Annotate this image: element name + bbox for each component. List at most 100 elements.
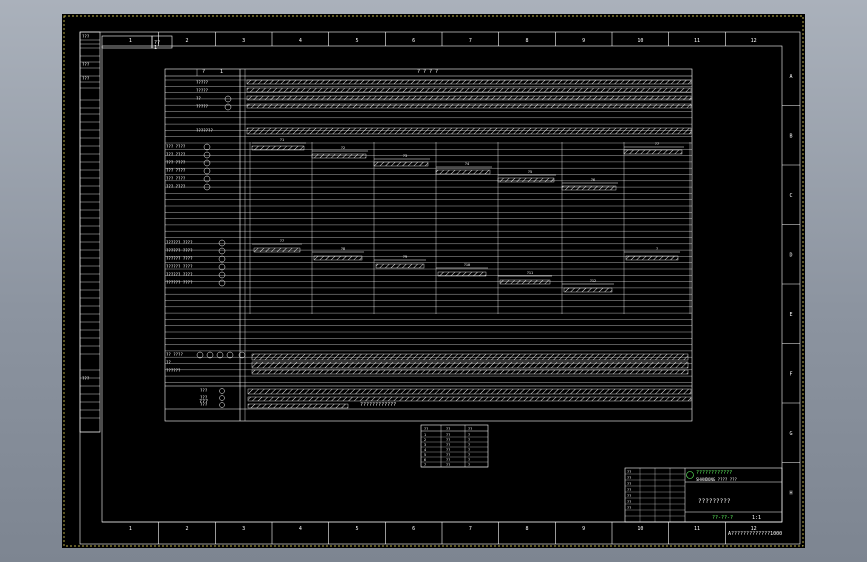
col-number-top: 6	[412, 38, 415, 44]
small-table-cell: 7	[424, 463, 426, 467]
col-number-top: 4	[299, 38, 302, 44]
col-number-top: 1	[129, 38, 132, 44]
col-number-top: 8	[525, 38, 528, 44]
row-letter: D	[789, 252, 792, 258]
footer-side-label: ???	[199, 399, 209, 405]
small-table-cell: ?	[468, 443, 470, 447]
cylinder-row-symbol	[203, 159, 211, 167]
bottom-row-label: ??	[166, 360, 171, 365]
col-number-bottom: 7	[469, 526, 472, 532]
footer-row-label: ???	[200, 388, 208, 393]
valve-time-label: ?11	[527, 271, 533, 275]
valve-row-symbol	[218, 255, 226, 263]
small-table-header: ??	[446, 427, 450, 431]
strip-label: ???	[82, 376, 90, 381]
valve-row-label: ?????? ????	[166, 256, 193, 261]
bottom-hatch-bar	[251, 369, 689, 375]
valve-row-label: ?????? ????	[166, 248, 193, 253]
cylinder-row-label: ??? ????	[166, 160, 186, 165]
cylinder-row-symbol	[203, 151, 211, 159]
top-row-label: ???????	[196, 128, 213, 133]
left-revision-strip: ????????????	[79, 31, 173, 433]
footer-hatch-bar	[247, 388, 692, 395]
col-number-bottom: 10	[637, 526, 643, 532]
full-hatch-bar	[246, 127, 692, 135]
small-table-cell: 3	[424, 443, 426, 447]
small-parameter-table: ???? ??1?? ?2?? ?3?? ?4?? ?5?? ?6?? ?7???	[420, 424, 489, 468]
bottom-hatch-bar	[251, 361, 689, 369]
row-letter: G	[789, 431, 792, 437]
valve-step-bar	[625, 255, 679, 261]
row-letter: F	[789, 371, 792, 377]
cylinder-step-bar	[373, 161, 429, 167]
top-row-label: ?????	[196, 88, 209, 93]
row-letter: A	[789, 74, 792, 80]
cylinder-step-bar	[623, 149, 683, 155]
col-number-top: 12	[751, 38, 757, 44]
top-left-box-line2: 1	[154, 45, 158, 51]
small-table-cell: 5	[424, 453, 426, 457]
drawing-canvas[interactable]: 112233445566778899101011111212ABCDEFGH ?…	[62, 14, 805, 548]
valve-step-bar	[437, 271, 487, 277]
cylinder-step-bar	[435, 169, 491, 175]
small-table-cell: ?	[468, 453, 470, 457]
valve-row-symbol	[218, 271, 226, 279]
strip-label: ???	[82, 34, 90, 39]
strip-box	[79, 31, 101, 433]
small-table-cell: ?	[468, 463, 470, 467]
chart-header-main: ? ? ? ?	[417, 69, 439, 75]
valve-time-label: ?10	[464, 263, 470, 267]
small-table-cell: ??	[446, 463, 450, 467]
small-table-cell: ?	[468, 433, 470, 437]
col-number-bottom: 3	[242, 526, 245, 532]
footer-row-symbol	[219, 395, 225, 401]
cylinder-row-label: ??? ????	[166, 152, 186, 157]
small-table-cell: 6	[424, 458, 426, 462]
small-table-header: ??	[424, 427, 428, 431]
full-hatch-bar	[246, 95, 692, 101]
cylinder-step-bar	[497, 177, 555, 183]
small-table-cell: ?	[468, 438, 470, 442]
col-number-top: 2	[185, 38, 188, 44]
valve-step-bar	[375, 263, 425, 269]
valve-row-symbol	[218, 247, 226, 255]
full-hatch-bar	[246, 79, 692, 85]
valve-time-label: ?12	[590, 279, 596, 283]
time-label: ?5	[528, 170, 532, 174]
valve-step-bar	[499, 279, 551, 285]
footer-hatch-bar	[247, 396, 692, 402]
col-number-top: 3	[242, 38, 245, 44]
valve-row-symbol	[218, 239, 226, 247]
title-drawing-name: ?????????	[698, 498, 731, 505]
cylinder-row-label: ??? ????	[166, 144, 186, 149]
small-table-cell: ?	[468, 448, 470, 452]
valve-time-label: ?7	[280, 239, 284, 243]
top-row-label: ??	[196, 96, 201, 101]
valve-time-label: ?9	[403, 255, 407, 259]
col-number-top: 11	[694, 38, 700, 44]
strip-label: ???	[82, 62, 90, 67]
small-table-cell: ??	[446, 453, 450, 457]
drawing-sheet[interactable]: 1 1 2 2 3 3 4 4 5 5 6 6 7 7 8 8 9 9 10 10 11 11 12 12 A B C D E F G H ?…	[62, 14, 805, 548]
col-number-bottom: 11	[694, 526, 700, 532]
col-number-top: 9	[582, 38, 585, 44]
col-number-bottom: 5	[355, 526, 358, 532]
cylinder-row-symbol	[203, 175, 211, 183]
valve-step-bar	[253, 247, 301, 253]
col-number-top: 10	[637, 38, 643, 44]
cylinder-row-symbol	[203, 143, 211, 151]
cylinder-step-bar	[561, 185, 617, 191]
bottom-note: A?????????????1000	[728, 531, 783, 537]
title-row-label: ??	[627, 476, 631, 480]
col-number-top: 5	[355, 38, 358, 44]
small-table-cell: ??	[446, 433, 450, 437]
top-row-label: ?????	[196, 80, 209, 85]
col-number-top: 7	[469, 38, 472, 44]
small-table-cell: 2	[424, 438, 426, 442]
valve-row-label: ?????? ????	[166, 280, 193, 285]
cylinder-row-label: ??? ????	[166, 168, 186, 173]
time-label: ?4	[465, 162, 469, 166]
title-company: ????????????	[696, 470, 733, 476]
footer-row-symbol	[219, 388, 225, 394]
valve-time-label: ?8	[341, 247, 345, 251]
